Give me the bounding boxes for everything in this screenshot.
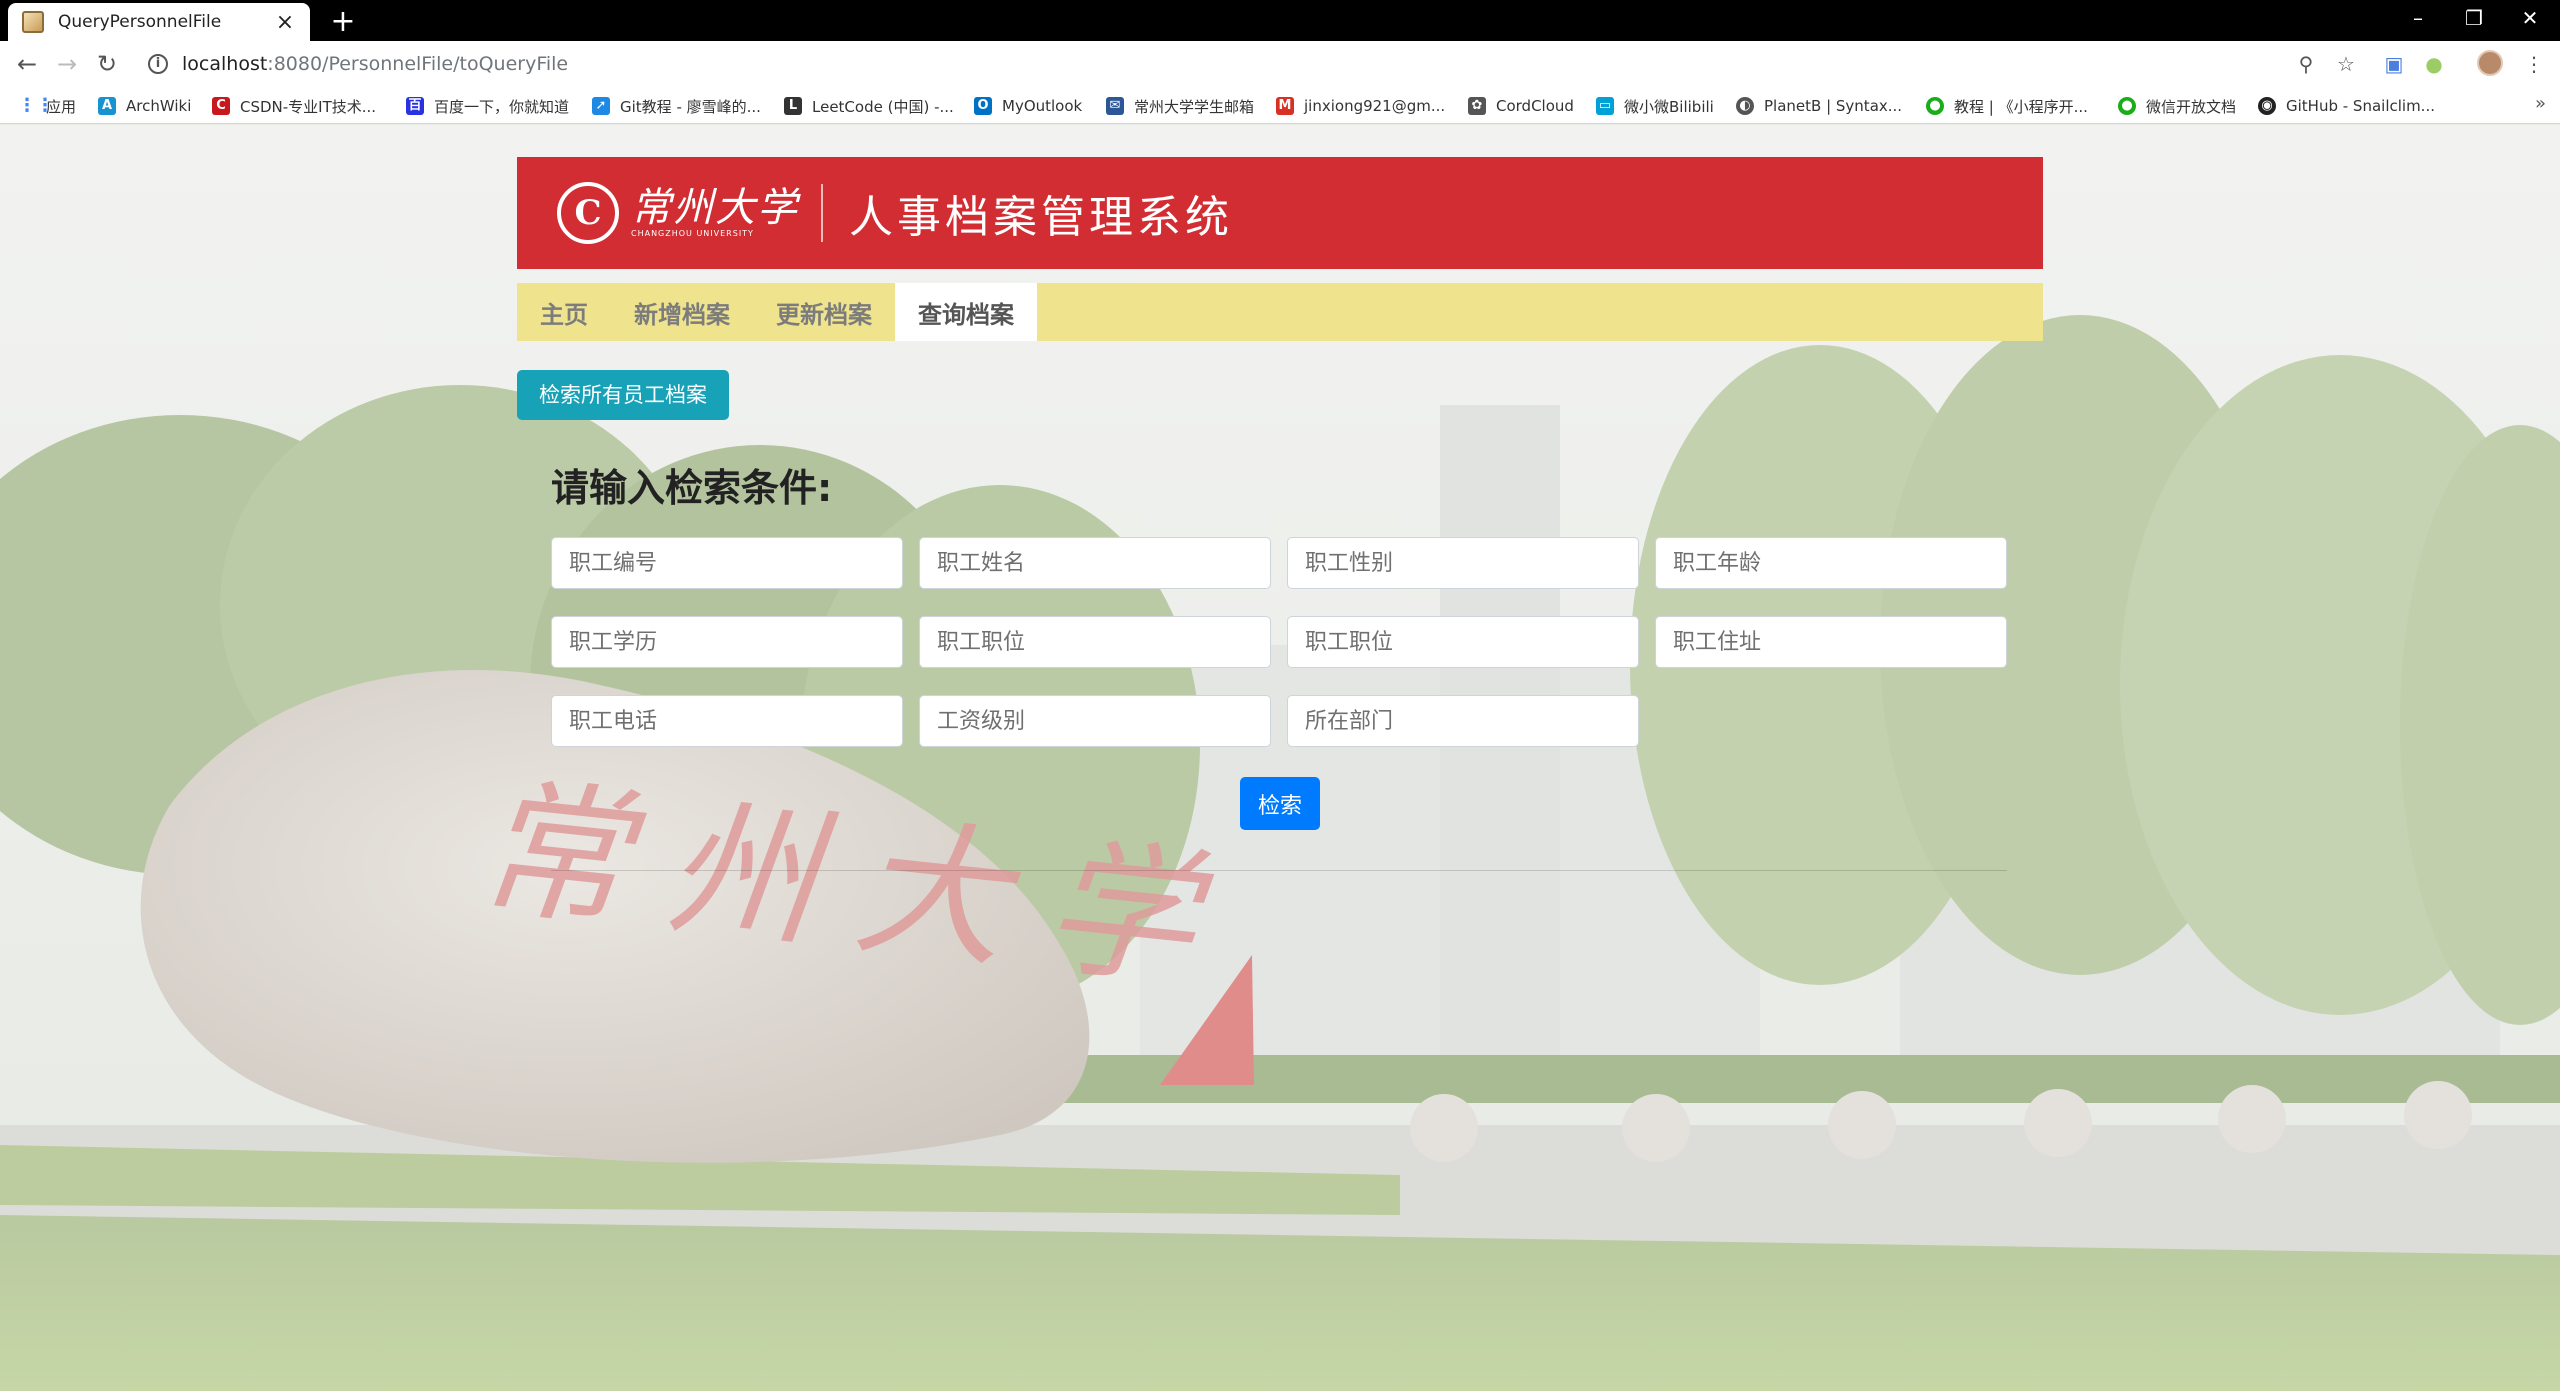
system-title: 人事档案管理系统: [849, 192, 1233, 243]
bookmark-star-icon[interactable]: ☆: [2332, 50, 2360, 78]
browser-tab[interactable]: QueryPersonnelFile ×: [8, 3, 310, 41]
employee-id-field[interactable]: [551, 537, 903, 589]
apps-grid-icon: ⋮⋮: [18, 95, 54, 116]
bookmark-baidu[interactable]: 百百度一下，你就知道: [406, 95, 569, 117]
employee-name-field[interactable]: [919, 537, 1271, 589]
wechat-icon: ●: [2118, 97, 2136, 115]
extension-icon[interactable]: ●: [2420, 50, 2448, 78]
minimize-window-icon[interactable]: –: [2388, 0, 2448, 38]
bookmarks-bar: ⋮⋮ 应用 A ArchWiki C CSDN-专业IT技术... 百百度一下，你就知…: [0, 86, 2560, 124]
nav-query-file[interactable]: 查询档案: [895, 283, 1037, 341]
browser-toolbar: ← → ↻ i localhost:8080/PersonnelFile/toQ…: [0, 41, 2560, 86]
translate-extension-icon[interactable]: ▣: [2380, 50, 2408, 78]
bookmark-github[interactable]: ◉ GitHub - Snailclim...: [2258, 95, 2435, 117]
tab-title: QueryPersonnelFile: [58, 12, 222, 32]
bookmark-miniprogram-tutorial[interactable]: ● 教程 | 《小程序开...: [1926, 95, 2088, 117]
browser-tabstrip: QueryPersonnelFile × + – ❐ ✕: [0, 0, 2560, 41]
close-tab-icon[interactable]: ×: [274, 10, 296, 35]
bookmark-git-tutorial[interactable]: ➚ Git教程 - 廖雪峰的...: [592, 95, 761, 117]
query-all-employees-button[interactable]: 检索所有员工档案: [517, 370, 729, 420]
browser-menu-icon[interactable]: ⋮: [2520, 50, 2548, 78]
header-divider: [821, 184, 823, 242]
nav-add-file[interactable]: 新增档案: [611, 283, 753, 341]
employee-address-field[interactable]: [1655, 616, 2007, 668]
form-divider: [551, 870, 2007, 871]
planetb-icon: ◐: [1736, 97, 1754, 115]
employee-position-field[interactable]: [919, 616, 1271, 668]
page-favicon-icon: [22, 11, 44, 33]
rocket-icon: ➚: [592, 97, 610, 115]
employee-education-field[interactable]: [551, 616, 903, 668]
department-field[interactable]: [1287, 695, 1639, 747]
profile-avatar[interactable]: [2476, 50, 2504, 78]
bookmark-student-mail[interactable]: ✉ 常州大学学生邮箱: [1106, 95, 1254, 117]
back-arrow-icon[interactable]: ←: [8, 45, 46, 83]
bookmark-apps[interactable]: ⋮⋮ 应用: [18, 95, 76, 117]
employee-gender-field[interactable]: [1287, 537, 1639, 589]
university-logo-icon: C: [557, 182, 619, 244]
nav-home[interactable]: 主页: [517, 283, 611, 341]
wechat-icon: ●: [1926, 97, 1944, 115]
search-button[interactable]: 检索: [1240, 777, 1320, 830]
bookmark-csdn[interactable]: C CSDN-专业IT技术...: [212, 95, 376, 117]
close-window-icon[interactable]: ✕: [2500, 0, 2560, 38]
header-banner: C 常州大学 CHANGZHOU UNIVERSITY 人事档案管理系统: [517, 157, 2043, 269]
logo-chinese-name: 常州大学: [631, 185, 799, 231]
url-path: :8080/PersonnelFile/toQueryFile: [267, 52, 569, 75]
page-viewport: 常州大学 C 常州大学 CHANGZHOU UNIVERSITY 人事档案管理系…: [0, 125, 2560, 1391]
site-info-icon[interactable]: i: [148, 53, 168, 74]
address-bar[interactable]: i localhost:8080/PersonnelFile/toQueryFi…: [136, 44, 2366, 83]
outlook-icon: O: [974, 97, 992, 115]
new-tab-button[interactable]: +: [324, 3, 362, 41]
bookmark-myoutlook[interactable]: O MyOutlook: [974, 95, 1082, 117]
cordcloud-icon: ✿: [1468, 97, 1486, 115]
reload-icon[interactable]: ↻: [88, 45, 126, 83]
logo-english-name: CHANGZHOU UNIVERSITY: [631, 229, 754, 238]
zoom-icon[interactable]: ⚲: [2292, 50, 2320, 78]
employee-position-field-2[interactable]: [1287, 616, 1639, 668]
bookmark-cordcloud[interactable]: ✿ CordCloud: [1468, 95, 1574, 117]
university-logo-text: 常州大学 CHANGZHOU UNIVERSITY: [631, 187, 799, 239]
employee-phone-field[interactable]: [551, 695, 903, 747]
nav-update-file[interactable]: 更新档案: [753, 283, 895, 341]
url-host: localhost: [182, 52, 268, 75]
csdn-icon: C: [212, 97, 230, 115]
bookmark-gmail[interactable]: Mjinxiong921@gm...: [1276, 95, 1445, 117]
employee-age-field[interactable]: [1655, 537, 2007, 589]
archwiki-icon: A: [98, 97, 116, 115]
bookmark-leetcode[interactable]: L LeetCode (中国) -...: [784, 95, 954, 117]
bookmark-archwiki[interactable]: A ArchWiki: [98, 95, 191, 117]
bilibili-icon: ▭: [1596, 97, 1614, 115]
main-navbar: 主页 新增档案 更新档案 查询档案: [517, 283, 2043, 341]
more-bookmarks-icon[interactable]: »: [2535, 93, 2546, 114]
bookmark-planetb[interactable]: ◐ PlanetB | Syntax...: [1736, 95, 1902, 117]
restore-window-icon[interactable]: ❐: [2444, 0, 2504, 38]
gmail-icon: M: [1276, 97, 1294, 115]
baidu-icon: 百: [406, 97, 424, 115]
search-form-title: 请输入检索条件:: [551, 466, 833, 510]
bookmark-bilibili[interactable]: ▭ 微小微Bilibili: [1596, 95, 1714, 117]
leetcode-icon: L: [784, 97, 802, 115]
bookmark-wechat-docs[interactable]: ● 微信开放文档: [2118, 95, 2236, 117]
forward-arrow-icon[interactable]: →: [48, 45, 86, 83]
github-icon: ◉: [2258, 97, 2276, 115]
mail-icon: ✉: [1106, 97, 1124, 115]
salary-level-field[interactable]: [919, 695, 1271, 747]
